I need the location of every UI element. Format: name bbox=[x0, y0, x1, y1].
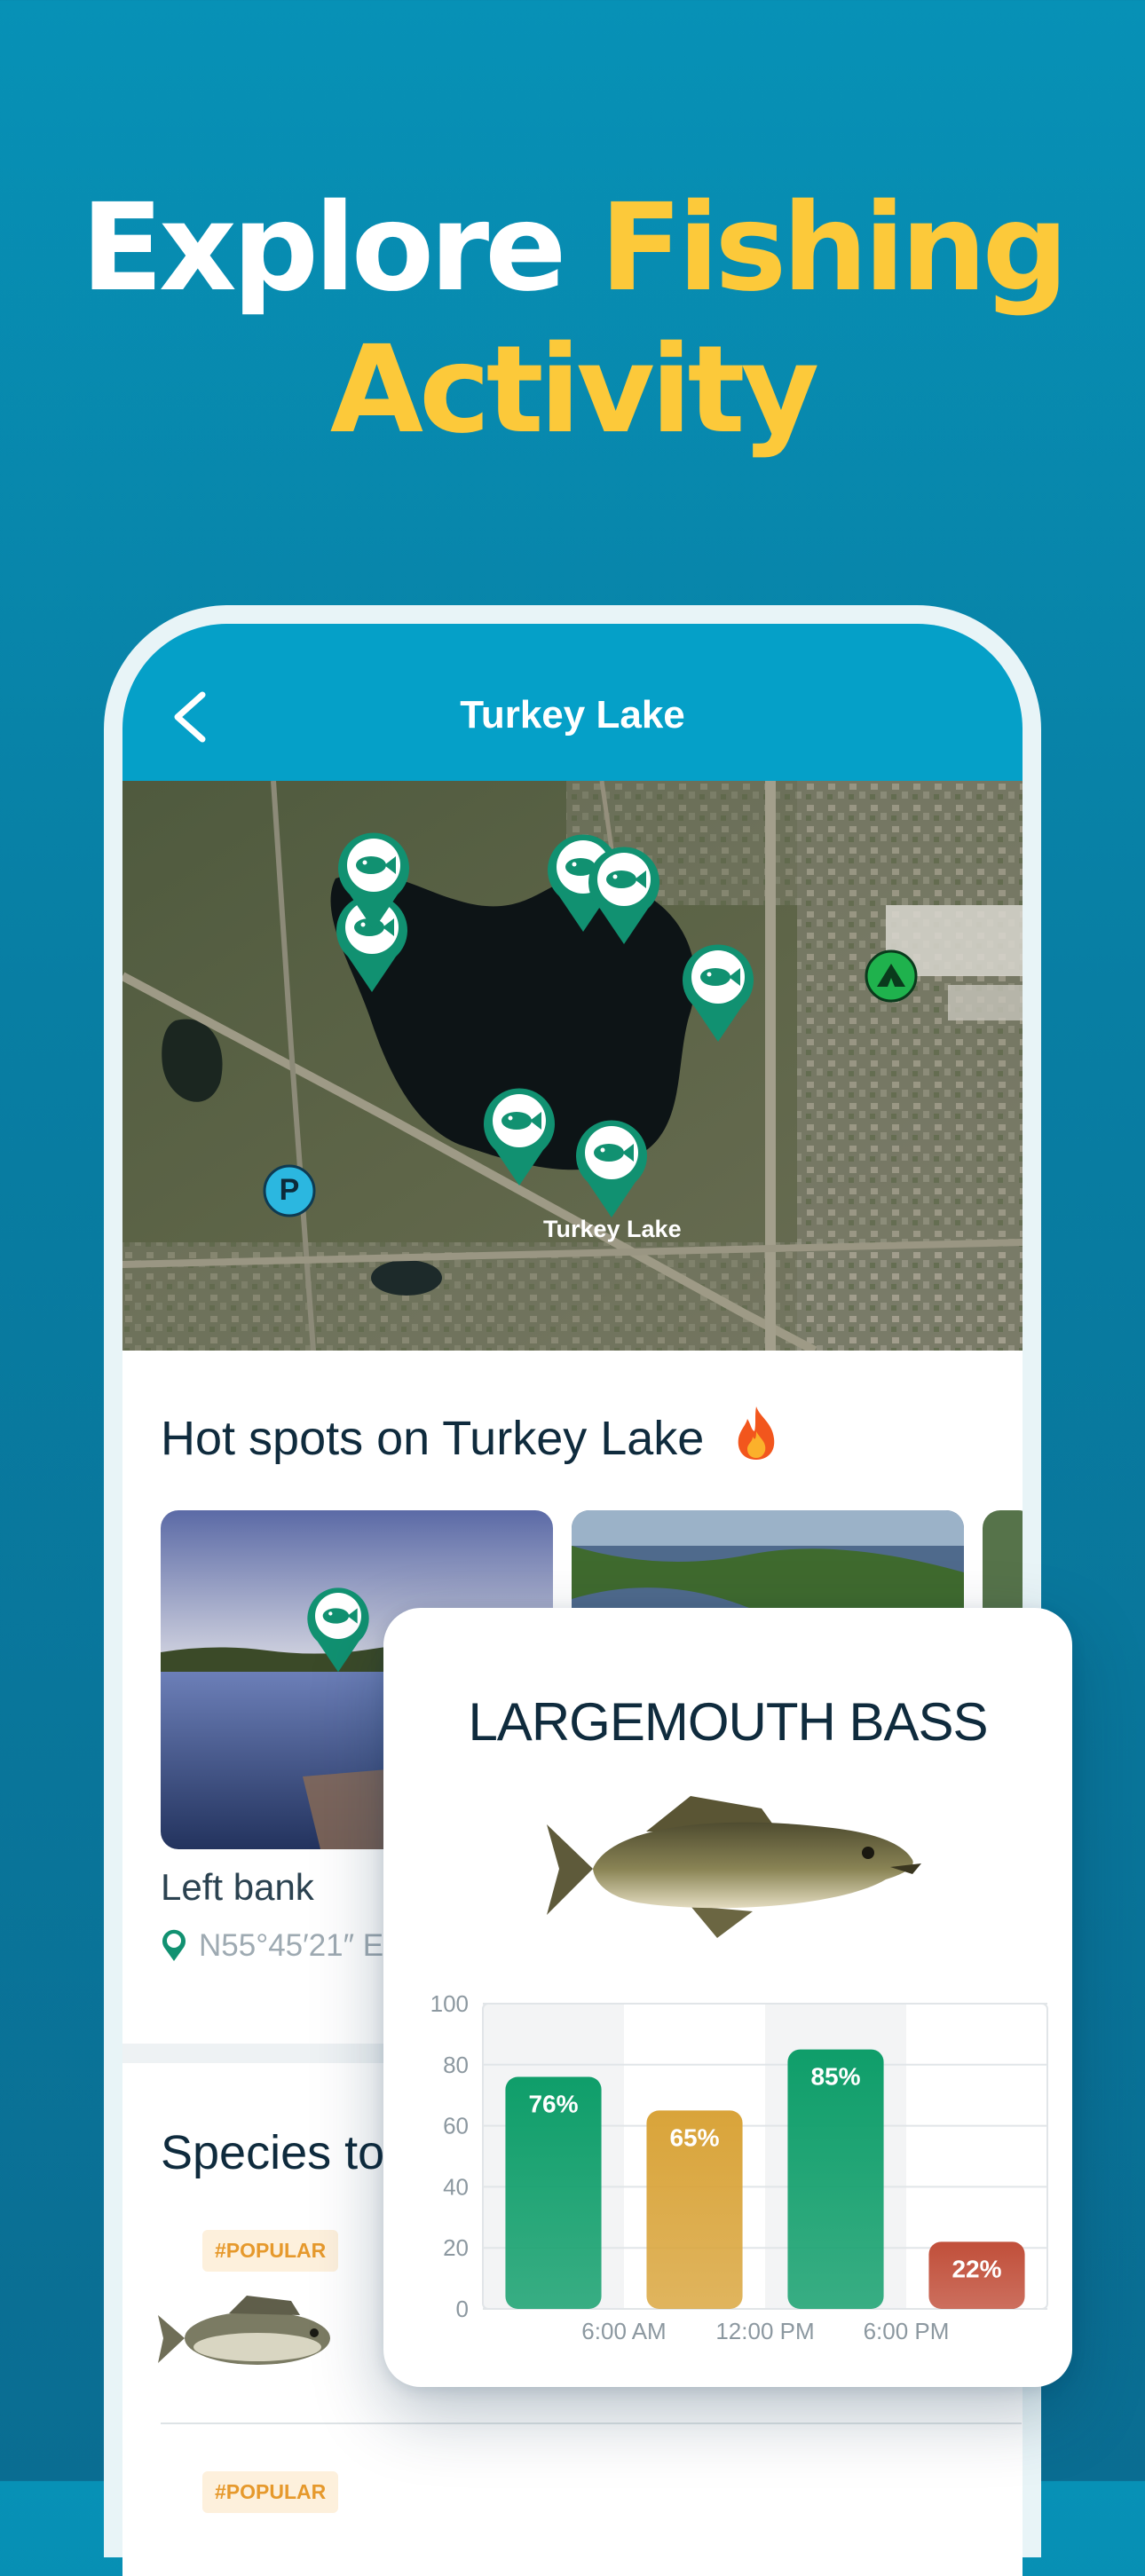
fish-pin-icon[interactable] bbox=[678, 937, 758, 1044]
hot-spots-title: Hot spots on Turkey Lake bbox=[161, 1412, 705, 1465]
fish-pin-icon[interactable] bbox=[334, 825, 414, 932]
bar-value-label: 76% bbox=[528, 2091, 578, 2118]
hot-spot-name: Left bank bbox=[161, 1866, 314, 1908]
hot-spot-coordinates: N55°45′21″ E bbox=[199, 1928, 384, 1963]
navbar: Turkey Lake bbox=[122, 624, 1023, 781]
x-tick-label: 6:00 PM bbox=[864, 2318, 950, 2344]
headline-yellow-word: Fishing bbox=[599, 178, 1069, 319]
activity-bar-chart: 0 20 40 60 80 100 76% 65% 85% 22% 6:00 AM 12:00 P… bbox=[430, 1990, 1048, 2344]
parking-poi[interactable]: P bbox=[263, 1164, 316, 1217]
fire-icon bbox=[738, 1406, 775, 1460]
y-tick-label: 60 bbox=[443, 2113, 469, 2139]
species-title: Species to bbox=[161, 2126, 385, 2179]
y-tick-label: 80 bbox=[443, 2052, 469, 2078]
location-fish-icon bbox=[162, 1929, 186, 1961]
parking-letter: P bbox=[279, 1173, 300, 1207]
fish-pin-icon[interactable] bbox=[572, 1113, 651, 1219]
bar-value-label: 22% bbox=[952, 2255, 1001, 2282]
x-tick-label: 12:00 PM bbox=[715, 2318, 814, 2344]
headline: Explore Fishing Activity bbox=[0, 177, 1145, 461]
bar-value-label: 85% bbox=[810, 2063, 860, 2091]
fish-pin-icon[interactable] bbox=[479, 1081, 559, 1187]
bar-value-label: 65% bbox=[669, 2123, 719, 2151]
headline-white-word: Explore bbox=[81, 178, 566, 319]
hot-spots-heading: Hot spots on Turkey Lake bbox=[161, 1405, 783, 1466]
fish-pin-icon bbox=[307, 1587, 369, 1673]
tent-icon bbox=[865, 949, 918, 1003]
y-tick-label: 20 bbox=[443, 2234, 469, 2261]
species-activity-card: LARGEMOUTH BASS 0 20 40 60 80 100 76% 65% 85% 22… bbox=[383, 1608, 1072, 2387]
chart-y-axis: 0 20 40 60 80 100 bbox=[430, 1990, 469, 2322]
popular-badge: #POPULAR bbox=[202, 2471, 339, 2513]
y-tick-label: 0 bbox=[456, 2296, 469, 2322]
map-lake-label: Turkey Lake bbox=[543, 1216, 682, 1242]
popular-badge: #POPULAR bbox=[202, 2230, 339, 2272]
headline-line-2: Activity bbox=[329, 320, 819, 461]
fish-pin-icon[interactable] bbox=[584, 839, 664, 946]
chart-x-axis: 6:00 AM 12:00 PM 6:00 PM bbox=[581, 2318, 949, 2344]
y-tick-label: 100 bbox=[430, 1990, 469, 2017]
list-separator bbox=[161, 2422, 1022, 2424]
y-tick-label: 40 bbox=[443, 2173, 469, 2200]
headline-line-1: Explore Fishing bbox=[0, 177, 1145, 319]
satellite-map[interactable]: Turkey Lake P bbox=[122, 781, 1023, 1351]
camp-poi[interactable] bbox=[865, 949, 918, 1003]
page-title: Turkey Lake bbox=[460, 693, 685, 737]
bass-thumbnail[interactable] bbox=[158, 2283, 353, 2390]
x-tick-label: 6:00 AM bbox=[581, 2318, 666, 2344]
